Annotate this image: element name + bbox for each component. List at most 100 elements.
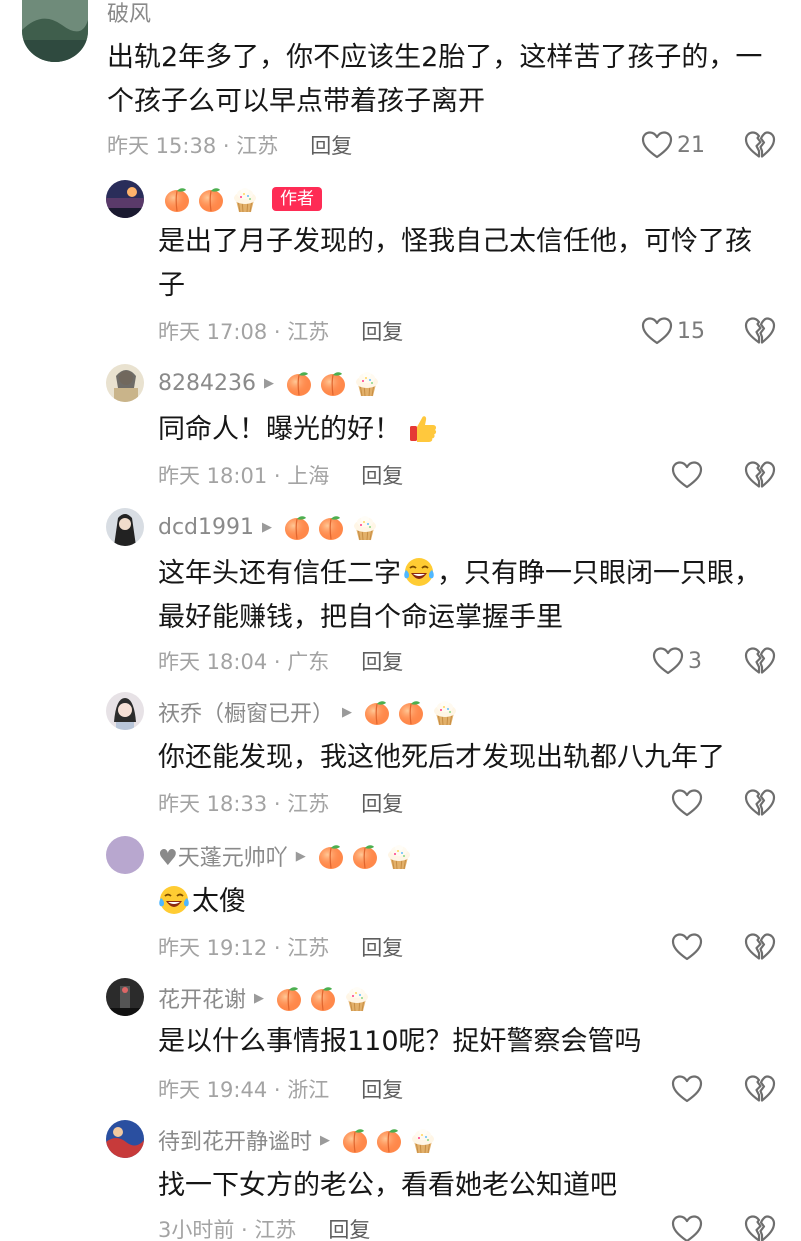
peach-icon — [282, 512, 312, 542]
fan-badges — [282, 512, 380, 542]
username[interactable]: 待到花开静谧时 ▶ — [158, 1124, 438, 1156]
fan-badges — [274, 983, 372, 1013]
timestamp-location: 昨天 19:12 · 江苏 — [158, 936, 330, 960]
avatar[interactable] — [106, 1120, 144, 1158]
username[interactable]: 8284236 ▶ — [158, 368, 382, 398]
peach-icon — [316, 512, 346, 542]
comment-meta: 昨天 18:04 · 广东 回复 — [158, 646, 403, 676]
cupcake-icon — [408, 1125, 438, 1155]
like-button[interactable] — [671, 788, 707, 818]
fan-badges — [316, 841, 414, 871]
username[interactable]: dcd1991 ▶ — [158, 512, 380, 542]
like-button[interactable] — [671, 460, 707, 490]
fan-badges — [162, 184, 260, 214]
username[interactable]: 作者 — [158, 184, 322, 214]
username[interactable]: ♥天蓬元帅吖 ▶ — [158, 840, 414, 872]
heart-outline-icon — [671, 460, 703, 490]
timestamp-location: 3小时前 · 江苏 — [158, 1218, 297, 1241]
reply-button[interactable]: 回复 — [361, 460, 403, 490]
like-button[interactable]: 21 — [641, 130, 705, 160]
laugh-cry-icon — [403, 556, 435, 588]
thumbs-up-icon — [407, 412, 439, 444]
reply-button[interactable]: 回复 — [361, 932, 403, 962]
heart-outline-icon — [671, 788, 703, 818]
reply-button[interactable]: 回复 — [361, 1074, 403, 1104]
fan-badges — [362, 697, 460, 727]
comment-meta: 昨天 15:38 · 江苏 回复 — [107, 130, 352, 160]
broken-heart-icon[interactable] — [744, 788, 776, 818]
peach-icon — [396, 697, 426, 727]
peach-icon — [362, 697, 392, 727]
peach-icon — [318, 368, 348, 398]
comment-text: 出轨2年多了，你不应该生2胎了，这样苦了孩子的，一个孩子么可以早点带着孩子离开 — [107, 42, 763, 117]
timestamp-location: 昨天 18:01 · 上海 — [158, 464, 330, 488]
comment-text: 找一下女方的老公，看看她老公知道吧 — [158, 1170, 617, 1201]
author-tag: 作者 — [272, 187, 322, 211]
comment-meta: 昨天 18:01 · 上海 回复 — [158, 460, 403, 490]
heart-outline-icon — [641, 316, 673, 346]
peach-icon — [284, 368, 314, 398]
cupcake-icon — [350, 512, 380, 542]
broken-heart-icon[interactable] — [744, 932, 776, 962]
broken-heart-icon[interactable] — [744, 1074, 776, 1104]
like-count: 15 — [677, 318, 705, 344]
like-button[interactable] — [671, 932, 707, 962]
timestamp-location: 昨天 15:38 · 江苏 — [107, 134, 279, 158]
like-button[interactable]: 15 — [641, 316, 705, 346]
broken-heart-icon[interactable] — [744, 316, 776, 346]
comment-text: 是出了月子发现的，怪我自己太信任他，可怜了孩子 — [158, 226, 752, 301]
avatar[interactable] — [106, 180, 144, 218]
broken-heart-icon[interactable] — [744, 460, 776, 490]
username[interactable]: 花开花谢 ▶ — [158, 982, 372, 1014]
comment-meta: 昨天 19:12 · 江苏 回复 — [158, 932, 403, 962]
peach-icon — [374, 1125, 404, 1155]
peach-icon — [162, 184, 192, 214]
heart-outline-icon — [671, 1074, 703, 1104]
like-count: 3 — [688, 648, 702, 674]
broken-heart-icon[interactable] — [744, 130, 776, 160]
peach-icon — [274, 983, 304, 1013]
comment-meta: 昨天 19:44 · 浙江 回复 — [158, 1074, 403, 1104]
peach-icon — [340, 1125, 370, 1155]
avatar[interactable] — [106, 978, 144, 1016]
peach-icon — [316, 841, 346, 871]
reply-button[interactable]: 回复 — [361, 316, 403, 346]
comment-text: 这年头还有信任二字 ，只有睁一只眼闭一只眼，最好能赚钱，把自个命运掌握手里 — [158, 556, 761, 633]
reply-button[interactable]: 回复 — [328, 1214, 370, 1241]
heart-outline-icon — [671, 932, 703, 962]
comment-text: 太傻 — [158, 880, 788, 924]
heart-outline-icon — [671, 1214, 703, 1241]
comment-meta: 昨天 18:33 · 江苏 回复 — [158, 788, 403, 818]
comment-text: 你还能发现，我这他死后才发现出轨都八九年了 — [158, 742, 725, 773]
username[interactable]: 祆乔（橱窗已开） ▶ — [158, 696, 460, 728]
reply-button[interactable]: 回复 — [361, 788, 403, 818]
laugh-cry-icon — [158, 884, 190, 916]
like-button[interactable]: 3 — [652, 646, 702, 676]
reply-button[interactable]: 回复 — [361, 646, 403, 676]
avatar[interactable] — [106, 364, 144, 402]
comment-text: 是以什么事情报110呢？捉奸警察会管吗 — [158, 1026, 642, 1057]
avatar[interactable] — [22, 0, 88, 62]
like-button[interactable] — [671, 1074, 707, 1104]
username[interactable]: 破风 — [107, 0, 151, 28]
like-button[interactable] — [671, 1214, 707, 1241]
timestamp-location: 昨天 18:33 · 江苏 — [158, 792, 330, 816]
cupcake-icon — [352, 368, 382, 398]
broken-heart-icon[interactable] — [744, 1214, 776, 1241]
heart-outline-icon — [652, 646, 684, 676]
avatar[interactable] — [106, 692, 144, 730]
avatar[interactable] — [106, 508, 144, 546]
reply-button[interactable]: 回复 — [310, 130, 352, 160]
avatar[interactable] — [106, 836, 144, 874]
cupcake-icon — [230, 184, 260, 214]
timestamp-location: 昨天 19:44 · 浙江 — [158, 1078, 330, 1102]
broken-heart-icon[interactable] — [744, 646, 776, 676]
cupcake-icon — [430, 697, 460, 727]
comment-meta: 昨天 17:08 · 江苏 回复 — [158, 316, 403, 346]
fan-badges — [340, 1125, 438, 1155]
like-count: 21 — [677, 132, 705, 158]
comment-text: 同命人！曝光的好！ — [158, 408, 788, 452]
heart-outline-icon — [641, 130, 673, 160]
peach-icon — [308, 983, 338, 1013]
peach-icon — [196, 184, 226, 214]
